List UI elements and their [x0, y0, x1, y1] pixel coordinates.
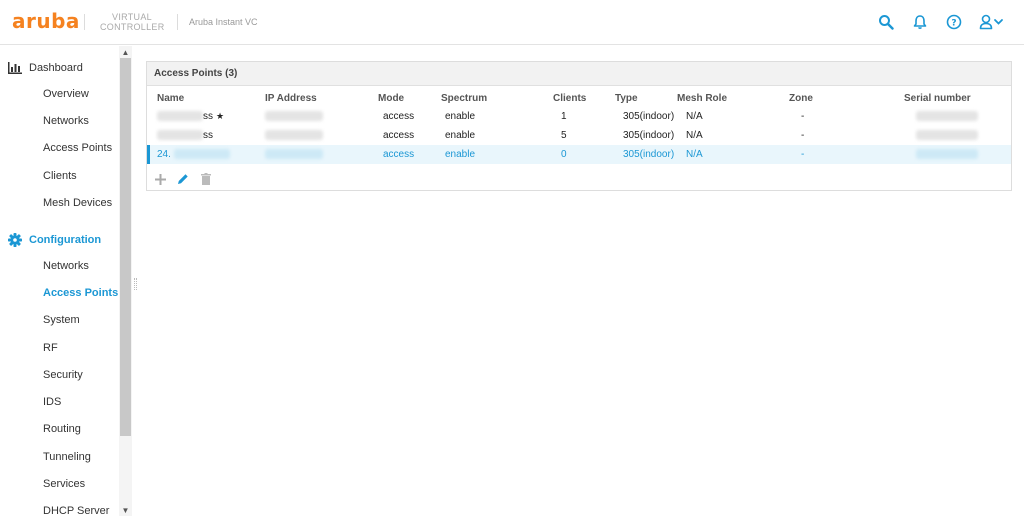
ap-type: 305(indoor) — [623, 149, 675, 160]
sidebar-scroll-thumb[interactable] — [120, 58, 131, 436]
table-toolbar — [153, 172, 213, 186]
sidebar-nav: Dashboard Overview Networks Access Point… — [0, 46, 119, 516]
aruba-logo[interactable]: aruba — [12, 10, 80, 32]
ap-mode: access — [383, 111, 415, 122]
ap-zone: - — [801, 149, 805, 160]
virtual-controller-label: VIRTUAL CONTROLLER — [100, 12, 165, 32]
column-header-serial[interactable]: Serial number — [904, 93, 971, 104]
top-header: aruba VIRTUAL CONTROLLER Aruba Instant V… — [0, 0, 1024, 45]
ap-mode: access — [383, 149, 415, 160]
column-header-type[interactable]: Type — [615, 93, 638, 104]
sidebar-item-config-networks[interactable]: Networks — [43, 260, 89, 272]
sidebar-item-security[interactable]: Security — [43, 369, 83, 381]
column-header-name[interactable]: Name — [157, 93, 184, 104]
ap-name: ss ★ — [203, 111, 225, 122]
sidebar-item-services[interactable]: Services — [43, 478, 85, 490]
ap-zone: - — [801, 130, 805, 141]
ap-mode: access — [383, 130, 415, 141]
table-row[interactable]: ss access enable 5 305(indoor) N/A - — [147, 126, 1011, 145]
redacted-serial — [916, 149, 978, 159]
table-row[interactable]: ss ★ access enable 1 305(indoor) N/A - — [147, 107, 1011, 126]
user-icon[interactable] — [978, 12, 1006, 32]
ap-spectrum: enable — [445, 130, 476, 141]
column-header-ip[interactable]: IP Address — [265, 93, 317, 104]
sidebar-item-routing[interactable]: Routing — [43, 423, 81, 435]
ap-spectrum: enable — [445, 111, 476, 122]
sidebar-group-dashboard[interactable]: Dashboard — [8, 61, 83, 75]
ap-mesh-role: N/A — [686, 130, 703, 141]
ap-name: 24. — [157, 149, 171, 160]
ap-zone: - — [801, 111, 805, 122]
sidebar-item-tunneling[interactable]: Tunneling — [43, 451, 91, 463]
help-icon[interactable]: ? — [944, 12, 964, 32]
sidebar: Dashboard Overview Networks Access Point… — [0, 46, 132, 516]
ap-mesh-role: N/A — [686, 111, 703, 122]
ap-type: 305(indoor) — [623, 111, 675, 122]
ap-name: ss — [203, 130, 213, 141]
sidebar-item-networks[interactable]: Networks — [43, 115, 89, 127]
sidebar-item-dhcp-server[interactable]: DHCP Server — [43, 505, 109, 516]
redacted-name — [157, 130, 203, 140]
column-header-zone[interactable]: Zone — [789, 93, 813, 104]
redacted-ip — [265, 111, 323, 121]
header-divider — [177, 14, 178, 30]
bell-icon[interactable] — [910, 12, 930, 32]
sidebar-item-config-access-points[interactable]: Access Points — [43, 287, 118, 299]
sidebar-item-overview[interactable]: Overview — [43, 88, 89, 100]
ap-spectrum: enable — [445, 149, 476, 160]
ap-clients: 5 — [561, 130, 567, 141]
svg-text:?: ? — [951, 19, 956, 29]
sidebar-item-clients[interactable]: Clients — [43, 170, 77, 182]
header-divider — [84, 14, 85, 30]
redacted-serial — [916, 130, 978, 140]
ap-type: 305(indoor) — [623, 130, 675, 141]
scroll-up-icon[interactable]: ▲ — [120, 46, 131, 58]
trash-icon[interactable] — [199, 172, 213, 186]
table-row-selected[interactable]: 24. access enable 0 305(indoor) N/A - — [147, 145, 1011, 164]
ap-clients: 0 — [561, 149, 567, 160]
scroll-down-icon[interactable]: ▼ — [120, 504, 131, 516]
redacted-ip — [265, 130, 323, 140]
panel-resize-handle[interactable] — [134, 278, 137, 290]
ap-clients: 1 — [561, 111, 567, 122]
access-points-panel: Access Points (3) Name IP Address Mode S… — [146, 61, 1012, 191]
redacted-ip — [265, 149, 323, 159]
gear-icon — [8, 233, 22, 247]
sidebar-item-mesh-devices[interactable]: Mesh Devices — [43, 197, 112, 209]
master-star-icon: ★ — [216, 111, 225, 121]
vc-name: Aruba Instant VC — [189, 17, 258, 27]
redacted-serial — [916, 111, 978, 121]
bar-chart-icon — [8, 61, 22, 75]
column-header-mode[interactable]: Mode — [378, 93, 404, 104]
sidebar-item-system[interactable]: System — [43, 314, 80, 326]
sidebar-item-ids[interactable]: IDS — [43, 396, 61, 408]
sidebar-group-configuration[interactable]: Configuration — [8, 233, 101, 247]
ap-mesh-role: N/A — [686, 149, 703, 160]
redacted-name — [174, 149, 230, 159]
panel-title: Access Points (3) — [147, 62, 1011, 86]
column-header-spectrum[interactable]: Spectrum — [441, 93, 487, 104]
sidebar-item-access-points[interactable]: Access Points — [43, 142, 112, 154]
column-header-mesh-role[interactable]: Mesh Role — [677, 93, 727, 104]
search-icon[interactable] — [876, 12, 896, 32]
pencil-icon[interactable] — [176, 172, 190, 186]
redacted-name — [157, 111, 203, 121]
plus-icon[interactable] — [153, 172, 167, 186]
sidebar-item-rf[interactable]: RF — [43, 342, 58, 354]
column-header-clients[interactable]: Clients — [553, 93, 586, 104]
